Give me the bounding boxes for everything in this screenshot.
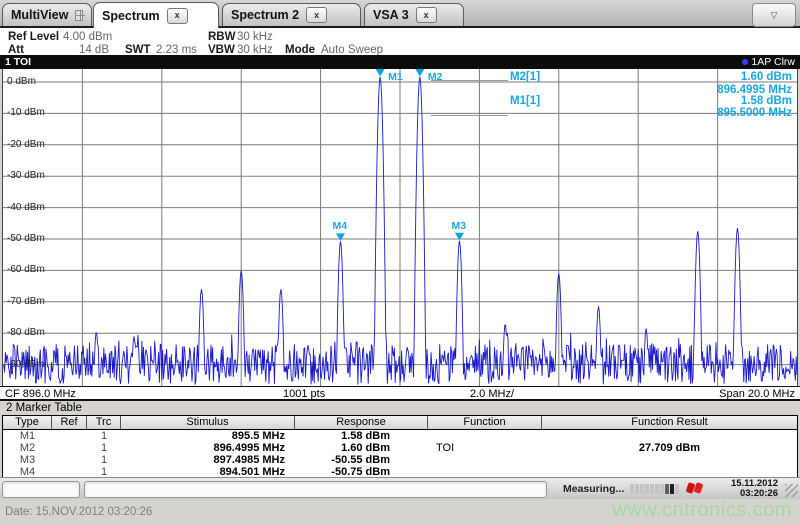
marker-icon-m4[interactable] bbox=[335, 233, 345, 241]
tab-spectrum-close-icon[interactable]: x bbox=[166, 7, 188, 24]
y-axis-tick: -40 dBm bbox=[7, 201, 45, 213]
center-frequency-label[interactable]: CF 896.0 MHz bbox=[5, 388, 76, 400]
trace-mode-label: 1AP Clrw bbox=[751, 56, 795, 68]
tab-multiview[interactable]: MultiView bbox=[2, 3, 92, 26]
tab-spectrum-label: Spectrum bbox=[102, 8, 160, 23]
col-response: Response bbox=[295, 416, 428, 429]
y-axis-tick: -70 dBm bbox=[7, 295, 45, 307]
window-title: 1 TOI bbox=[5, 56, 32, 68]
y-axis-tick: -90 dBm bbox=[7, 358, 45, 370]
trace-canvas bbox=[3, 69, 797, 386]
tab-spectrum2-close-icon[interactable]: x bbox=[306, 7, 328, 23]
col-function-result: Function Result bbox=[631, 416, 708, 428]
marker-label-m2[interactable]: M2 bbox=[428, 71, 443, 83]
trace-color-dot-icon bbox=[742, 59, 749, 65]
rbw-label: RBW bbox=[208, 31, 236, 43]
table-row[interactable]: M1 1 895.5 MHz 1.58 dBm bbox=[3, 430, 797, 442]
readout-m2-name: M2[1] bbox=[510, 71, 541, 83]
y-axis-tick: -30 dBm bbox=[7, 170, 45, 182]
tab-spectrum2-label: Spectrum 2 bbox=[231, 8, 300, 22]
spectrum-analyzer-screen: MultiView Spectrum x Spectrum 2 x VSA 3 … bbox=[0, 0, 800, 525]
readout-leader-line bbox=[431, 80, 508, 81]
readout-m2-value: 1.60 dBm bbox=[740, 71, 792, 83]
status-time: 03:20:26 bbox=[739, 488, 778, 499]
y-axis-tick: -50 dBm bbox=[7, 233, 45, 244]
tab-spectrum[interactable]: Spectrum x bbox=[93, 2, 219, 28]
marker-table-title: 2 Marker Table bbox=[6, 402, 82, 414]
x-axis-bar: CF 896.0 MHz 1001 pts 2.0 MHz/ Span 20.0… bbox=[0, 386, 800, 401]
tab-spectrum2[interactable]: Spectrum 2 x bbox=[222, 3, 361, 26]
tab-bar: MultiView Spectrum x Spectrum 2 x VSA 3 … bbox=[0, 0, 800, 28]
marker-icon-m2[interactable] bbox=[415, 69, 425, 77]
span-label[interactable]: Span 20.0 MHz bbox=[719, 388, 795, 400]
marker-table-header: Type Ref Trc Stimulus Response Function … bbox=[3, 415, 797, 430]
multiview-grid-icon bbox=[75, 9, 85, 21]
y-axis-tick: -10 dBm bbox=[7, 107, 45, 119]
status-field-left bbox=[2, 481, 80, 498]
measuring-status-text: Measuring... bbox=[563, 483, 625, 495]
table-row[interactable]: M2 1 896.4995 MHz 1.60 dBm TOI 27.709 dB… bbox=[3, 442, 797, 454]
settings-header: Ref Level 4.00 dBm Att 14 dB SWT 2.23 ms… bbox=[0, 28, 800, 68]
desktop-date-text: Date: 15.NOV.2012 03:20:26 bbox=[5, 506, 153, 518]
y-axis-tick: -80 dBm bbox=[7, 327, 45, 339]
watermark-text: www.cntronics.com bbox=[612, 499, 792, 521]
readout-leader-line bbox=[431, 115, 508, 116]
marker-label-m4[interactable]: M4 bbox=[332, 220, 347, 232]
tab-list-dropdown-button[interactable]: ▽ bbox=[752, 3, 796, 27]
spectrum-plot[interactable]: 0 dBm -10 dBm -20 dBm -30 dBm -40 dBm -5… bbox=[2, 69, 798, 386]
rbw-value[interactable]: 30 kHz bbox=[237, 31, 273, 43]
y-axis-tick: -20 dBm bbox=[7, 138, 45, 150]
status-bar: Measuring... 15.11.2012 03:20:26 bbox=[0, 477, 800, 499]
marker-label-m3[interactable]: M3 bbox=[451, 220, 466, 232]
y-axis-tick: -60 dBm bbox=[7, 264, 45, 276]
col-ref: Ref bbox=[52, 416, 87, 429]
resize-grip-icon[interactable] bbox=[785, 484, 798, 497]
col-function: Function bbox=[428, 416, 542, 429]
readout-m1-name: M1[1] bbox=[510, 95, 541, 107]
status-message-field bbox=[84, 481, 547, 498]
marker-icon-m1[interactable] bbox=[375, 69, 385, 77]
chevron-down-icon: ▽ bbox=[770, 9, 778, 20]
readout-m1-value: 1.58 dBm bbox=[740, 95, 792, 107]
col-trc: Trc bbox=[87, 416, 121, 429]
col-stimulus: Stimulus bbox=[121, 416, 295, 429]
status-datetime: 15.11.2012 03:20:26 bbox=[731, 479, 778, 499]
tab-vsa3[interactable]: VSA 3 x bbox=[364, 3, 464, 26]
readout-m1-freq: 895.5000 MHz bbox=[717, 107, 792, 119]
sweep-progress-bar bbox=[630, 484, 679, 494]
col-type: Type bbox=[3, 416, 52, 429]
sweep-points-label: 1001 pts bbox=[283, 388, 326, 400]
marker-table: Type Ref Trc Stimulus Response Function … bbox=[2, 415, 798, 479]
marker-label-m1[interactable]: M1 bbox=[388, 71, 403, 83]
y-axis-tick: 0 dBm bbox=[7, 76, 36, 87]
tab-multiview-label: MultiView bbox=[11, 8, 69, 22]
ref-level-value[interactable]: 4.00 dBm bbox=[63, 31, 112, 43]
tab-vsa3-label: VSA 3 bbox=[373, 8, 409, 22]
table-row[interactable]: M3 1 897.4985 MHz -50.55 dBm bbox=[3, 454, 797, 466]
window-title-bar: 1 TOI 1AP Clrw bbox=[0, 55, 800, 69]
status-red-alert-icon bbox=[685, 482, 705, 495]
per-division-label: 2.0 MHz/ bbox=[470, 388, 515, 400]
tab-vsa3-close-icon[interactable]: x bbox=[415, 7, 437, 23]
ref-level-label: Ref Level bbox=[8, 31, 60, 43]
